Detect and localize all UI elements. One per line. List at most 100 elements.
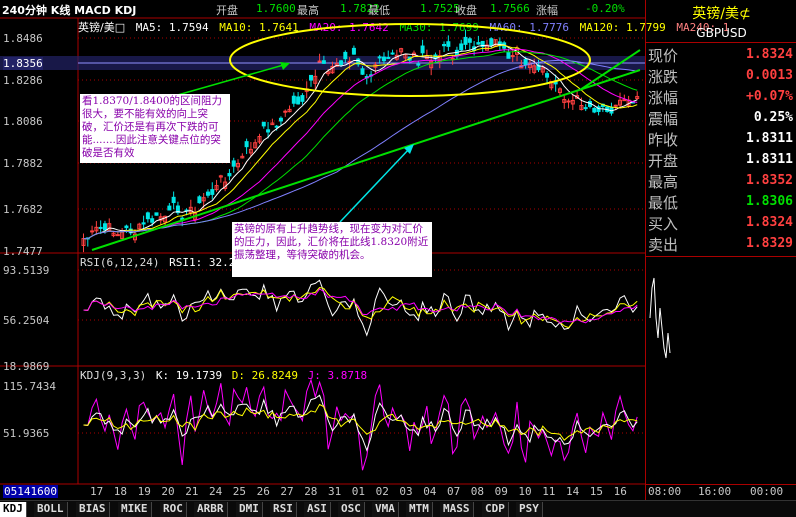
quote-row: 最高 1.8352 (646, 169, 796, 192)
rsi-tick: 18.9869 (3, 360, 50, 373)
candle (545, 73, 550, 78)
tab-mtm[interactable]: MTM (406, 502, 433, 517)
tab-rsi[interactable]: RSI (270, 502, 297, 517)
candle (308, 74, 313, 81)
quote-row: 最低 1.8306 (646, 190, 796, 213)
quote-row-value: 0.0013 (746, 68, 793, 83)
x-start-label: 05141600 (3, 485, 58, 498)
candle (231, 160, 236, 167)
tab-mike[interactable]: MIKE (118, 502, 152, 517)
quote-row: 昨收 1.8311 (646, 127, 796, 150)
quote-row-value: 1.8324 (746, 215, 793, 230)
x-date-label: 09 (494, 485, 508, 498)
candle (446, 41, 451, 47)
candle (317, 60, 322, 63)
tab-kdj[interactable]: KDJ (0, 502, 27, 517)
x-date-label: 27 (280, 485, 294, 498)
quote-row-value: 1.8324 (746, 47, 793, 62)
candle (296, 96, 301, 105)
candle (467, 38, 472, 43)
quote-row-label: 最低 (648, 194, 679, 212)
rsi-tick: 93.5139 (3, 264, 50, 277)
x-date-label: 19 (137, 485, 151, 498)
quote-name: 英镑/美⊄ (692, 6, 751, 22)
x-date-label: 04 (423, 485, 437, 498)
tab-asi[interactable]: ASI (304, 502, 331, 517)
candle (154, 212, 159, 216)
candle (124, 225, 129, 229)
quote-row-label: 现价 (648, 47, 679, 65)
x-date-label: 31 (328, 485, 342, 498)
x-date-label: 20 (161, 485, 175, 498)
candle (459, 43, 464, 51)
candle (622, 99, 627, 102)
x-date-label: 15 (589, 485, 604, 498)
candle (510, 55, 515, 58)
quote-code: GBPUSD (696, 26, 747, 40)
candle (476, 42, 481, 45)
kdj-d-value: D: 26.8249 (231, 369, 298, 382)
x-date-label: 28 (304, 485, 318, 498)
x-date-label: 25 (232, 485, 247, 498)
tab-roc[interactable]: ROC (160, 502, 187, 517)
price-tick: 1.7882 (3, 157, 43, 170)
price-tick: 1.8286 (3, 74, 43, 87)
annotation-note-1: 看1.8370/1.8400的区间阻力很大，要不能有效的向上突破，汇价还是有再次… (80, 94, 230, 163)
quote-row: 买入 1.8324 (646, 211, 796, 234)
candle (115, 234, 120, 237)
quote-row-value: 1.8329 (746, 236, 793, 251)
quote-row-label: 开盘 (648, 152, 679, 170)
tab-dmi[interactable]: DMI (236, 502, 263, 517)
tab-arbr[interactable]: ARBR (194, 502, 228, 517)
candle (523, 58, 528, 66)
candle (390, 52, 395, 55)
tab-cdp[interactable]: CDP (482, 502, 509, 517)
x-date-label: 08 (470, 485, 485, 498)
quote-row: 涨跌 0.0013 (646, 64, 796, 87)
time-label: 08:00 (648, 485, 682, 498)
price-tick: 1.8086 (3, 115, 43, 128)
candle (463, 36, 468, 45)
x-date-label: 11 (542, 485, 556, 498)
intraday-mini-chart (649, 277, 671, 359)
rsi-title: RSI(6,12,24) (80, 256, 160, 269)
quote-panel: 英镑/美⊄ GBPUSD 现价 1.8324 涨跌 0.0013 涨幅 +0.07% 震幅 0… (645, 0, 796, 500)
x-date-label: 07 (447, 485, 461, 498)
quote-row: 卖出 1.8329 (646, 232, 796, 255)
x-date-label: 03 (399, 485, 413, 498)
candle (171, 196, 176, 204)
tab-vma[interactable]: VMA (372, 502, 399, 517)
time-label: 16:00 (698, 485, 732, 498)
quote-row-label: 昨收 (648, 131, 679, 149)
tab-osc[interactable]: OSC (338, 502, 365, 517)
candle (98, 226, 103, 229)
x-date-label: 21 (185, 485, 199, 498)
candle (442, 44, 447, 47)
rsi-tick: 56.2504 (3, 314, 50, 327)
candle (102, 223, 107, 231)
candle (506, 52, 511, 59)
x-date-label: 26 (256, 485, 270, 498)
quote-row-label: 买入 (648, 215, 679, 233)
quote-row-label: 震幅 (648, 110, 679, 128)
quote-row: 现价 1.8324 (646, 43, 796, 66)
tab-bias[interactable]: BIAS (76, 502, 110, 517)
candle (261, 121, 266, 127)
candle (150, 218, 155, 223)
quote-row: 震幅 0.25% (646, 106, 796, 129)
rsi-label: RSI(6,12,24) RSI1: 32.2492 (80, 256, 255, 269)
price-tick: 1.8486 (3, 32, 43, 45)
kdj-j-value: J: 3.8718 (307, 369, 368, 382)
x-date-label: 02 (375, 485, 389, 498)
quote-row: 开盘 1.8311 (646, 148, 796, 171)
x-date-label: 17 (90, 485, 104, 498)
quote-row-value: 1.8311 (746, 131, 793, 146)
tab-psy[interactable]: PSY (516, 502, 543, 517)
indicator-tabs: KDJ BOLL BIAS MIKE ROC ARBR DMI RSI ASI OSC VMA MTM… (0, 500, 796, 517)
candle (244, 141, 249, 148)
tab-mass[interactable]: MASS (440, 502, 474, 517)
quote-row-label: 最高 (648, 173, 679, 191)
candle (613, 104, 618, 107)
rsi-line-2 (83, 286, 638, 329)
tab-boll[interactable]: BOLL (34, 502, 68, 517)
